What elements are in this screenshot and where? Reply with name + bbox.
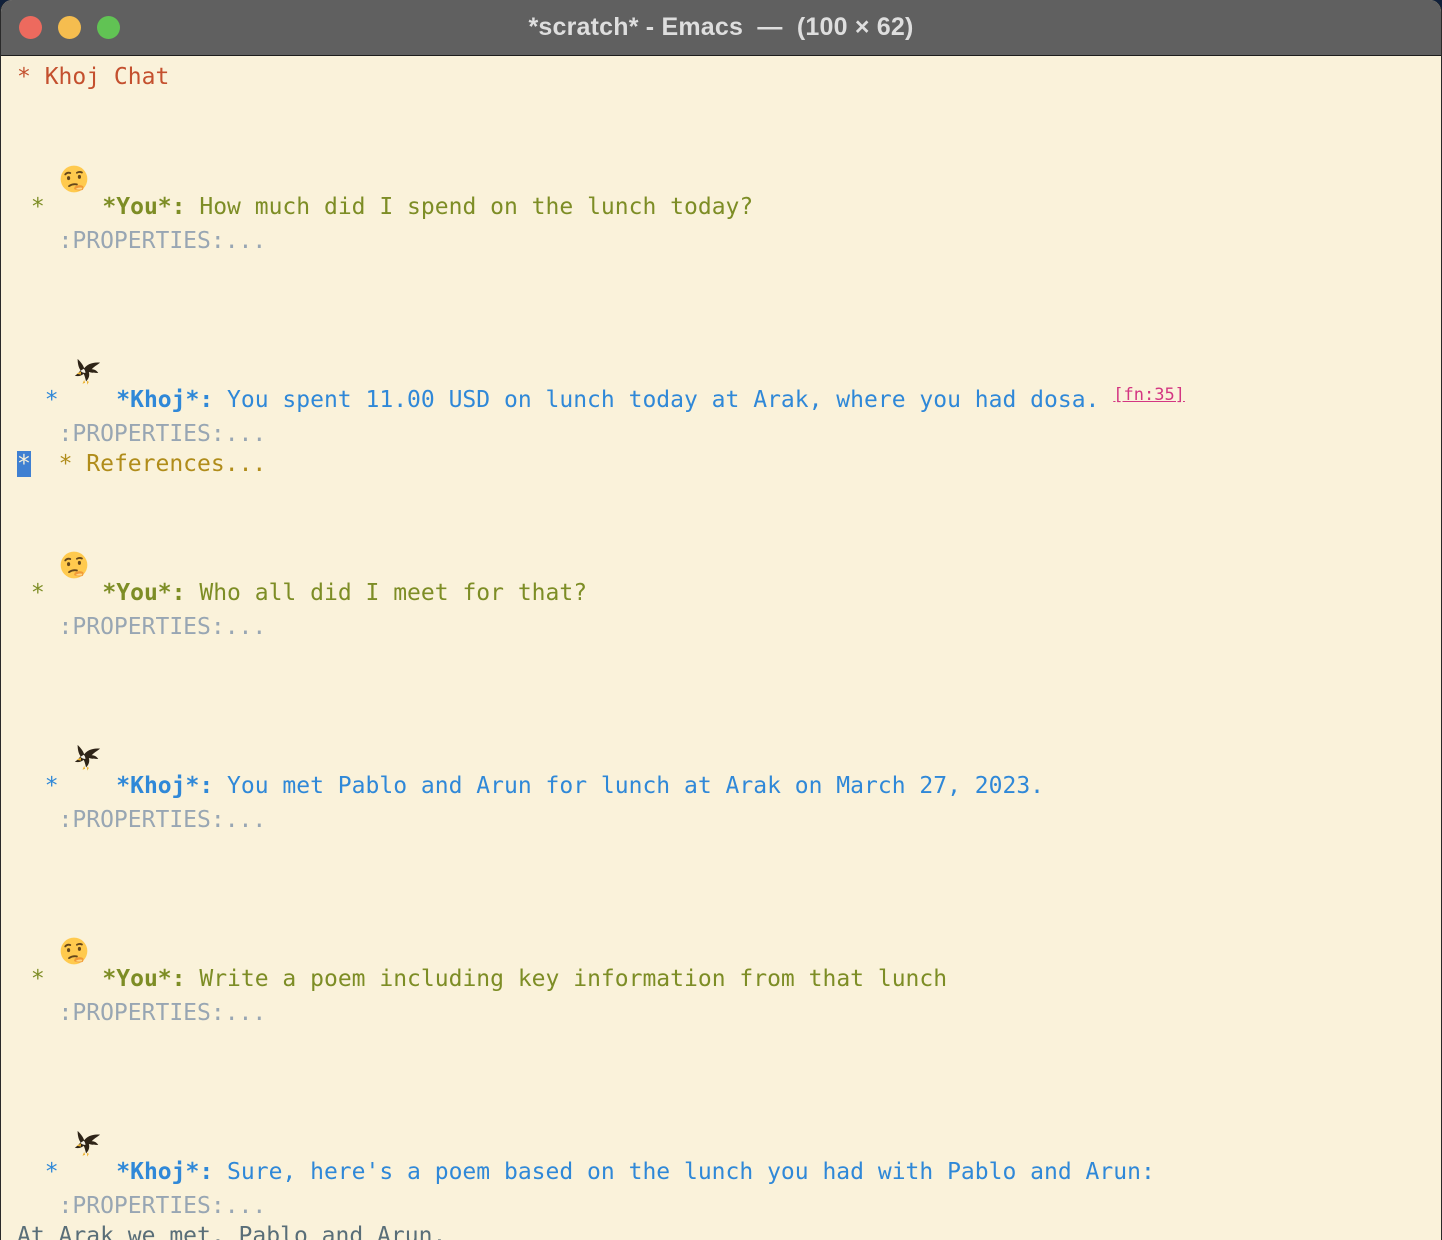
text-cursor: * (17, 451, 31, 477)
properties-drawer: :PROPERTIES:... (17, 225, 1437, 257)
thinking-face-emoji (59, 92, 89, 122)
text-prop[interactable]: :PROPERTIES:... (17, 421, 266, 447)
text-youb: *You*: (102, 194, 185, 220)
text-prop[interactable]: :PROPERTIES:... (17, 1193, 266, 1219)
chat-message-khoj: * *Khoj*: Sure, here's a poem based on t… (17, 1057, 1437, 1190)
blank-line (17, 257, 1437, 285)
org-heading-khoj-chat: * Khoj Chat (17, 62, 1437, 92)
text-you: How much did I spend on the lunch today? (186, 194, 754, 220)
text-khoj (102, 773, 116, 799)
properties-drawer: :PROPERTIES:... (17, 611, 1437, 643)
text-khoj (102, 1159, 116, 1185)
chat-message-khoj: * *Khoj*: You met Pablo and Arun for lun… (17, 671, 1437, 804)
text-you (89, 194, 103, 220)
titlebar[interactable]: *scratch* - Emacs — (100 × 62) (1, 0, 1441, 56)
properties-drawer: :PROPERTIES:... (17, 1190, 1437, 1222)
chat-message-you: * *You*: How much did I spend on the lun… (17, 92, 1437, 225)
eagle-emoji (72, 671, 102, 701)
text-you (89, 580, 103, 606)
text-khoj: You spent 11.00 USD on lunch today at Ar… (213, 387, 1113, 413)
text-refs (31, 451, 59, 477)
text-youb: *You*: (102, 966, 185, 992)
references-fold[interactable]: * References... (59, 451, 267, 477)
text-prop[interactable]: :PROPERTIES:... (17, 1000, 266, 1026)
text-khoj: * (17, 773, 72, 799)
text-khoj: You met Pablo and Arun for lunch at Arak… (213, 773, 1044, 799)
chat-message-you: * *You*: Write a poem including key info… (17, 864, 1437, 997)
blank-line (17, 1029, 1437, 1057)
blank-line (17, 836, 1437, 864)
thinking-face-emoji (59, 864, 89, 894)
poem-line: At Arak we met, Pablo and Arun, (17, 1222, 1437, 1240)
text-khojb: *Khoj*: (116, 387, 213, 413)
text-you: * (17, 966, 59, 992)
text-you (89, 966, 103, 992)
text-khoj: Sure, here's a poem based on the lunch y… (213, 1159, 1155, 1185)
text-body: At Arak we met, Pablo and Arun, (17, 1223, 446, 1240)
text-youb: *You*: (102, 580, 185, 606)
minimize-button[interactable] (58, 16, 81, 39)
footnote-link[interactable]: [fn:35] (1113, 385, 1185, 405)
window-title: *scratch* - Emacs — (100 × 62) (528, 13, 913, 42)
traffic-lights (19, 0, 120, 55)
text-prop[interactable]: :PROPERTIES:... (17, 807, 266, 833)
blank-line (17, 643, 1437, 671)
references-heading: * * References... (17, 450, 1437, 478)
text-you: Who all did I meet for that? (186, 580, 588, 606)
close-button[interactable] (19, 16, 42, 39)
text-you: Write a poem including key information f… (186, 966, 948, 992)
zoom-button[interactable] (97, 16, 120, 39)
eagle-emoji (72, 285, 102, 315)
thinking-face-emoji (59, 478, 89, 508)
emacs-window: *scratch* - Emacs — (100 × 62) * Khoj Ch… (0, 0, 1442, 1240)
eagle-emoji (72, 1057, 102, 1087)
text-khoj: * (17, 387, 72, 413)
properties-drawer: :PROPERTIES:... (17, 418, 1437, 450)
text-khoj (102, 387, 116, 413)
text-h1: * Khoj Chat (17, 64, 169, 90)
chat-message-you: * *You*: Who all did I meet for that? (17, 478, 1437, 611)
text-khoj: * (17, 1159, 72, 1185)
emacs-buffer[interactable]: * Khoj Chat * *You*: How much did I spen… (1, 56, 1441, 1240)
text-prop[interactable]: :PROPERTIES:... (17, 228, 266, 254)
chat-message-khoj: * *Khoj*: You spent 11.00 USD on lunch t… (17, 285, 1437, 418)
text-you: * (17, 580, 59, 606)
text-prop[interactable]: :PROPERTIES:... (17, 614, 266, 640)
text-khojb: *Khoj*: (116, 1159, 213, 1185)
properties-drawer: :PROPERTIES:... (17, 804, 1437, 836)
properties-drawer: :PROPERTIES:... (17, 997, 1437, 1029)
text-you: * (17, 194, 59, 220)
text-khojb: *Khoj*: (116, 773, 213, 799)
